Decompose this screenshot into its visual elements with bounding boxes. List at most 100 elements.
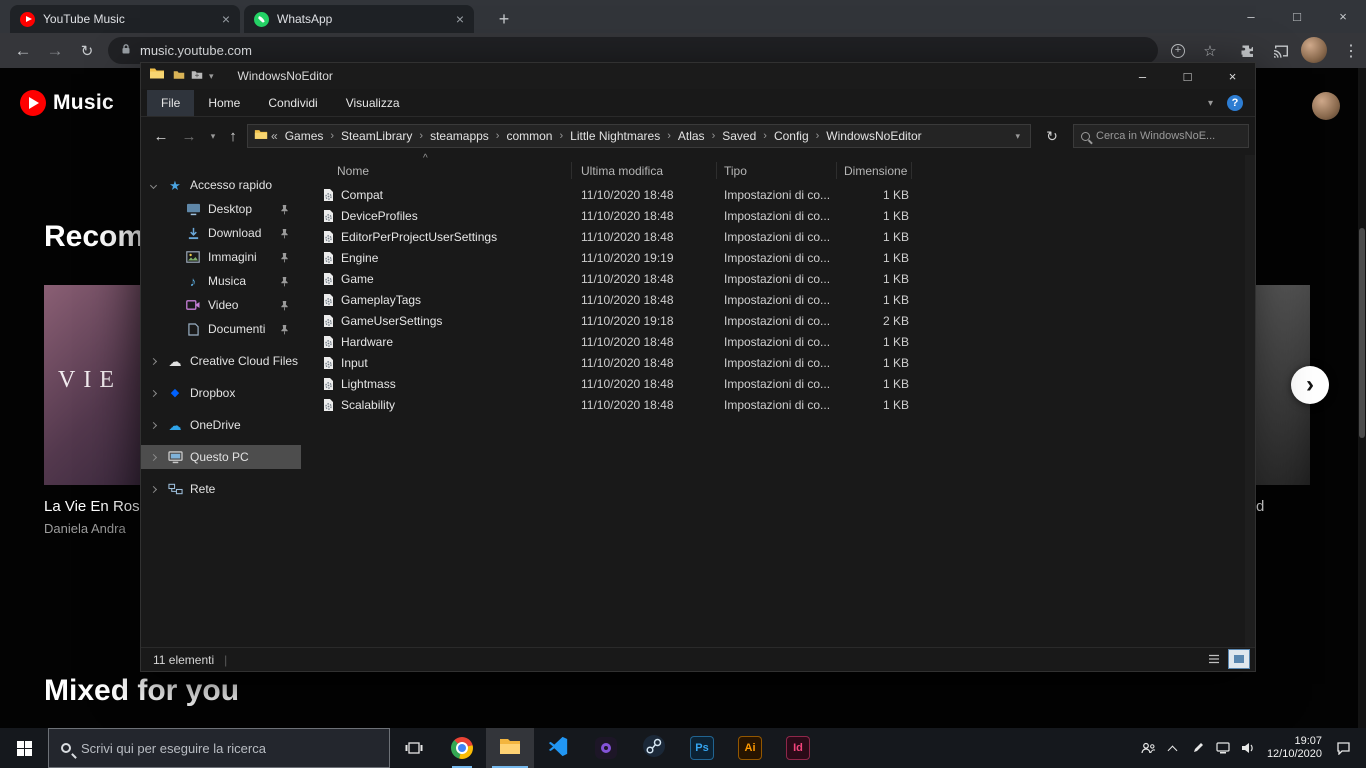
cast-icon[interactable] bbox=[1266, 33, 1296, 68]
refresh-icon[interactable]: ↻ bbox=[1039, 124, 1065, 148]
breadcrumb-item[interactable]: Games bbox=[281, 129, 328, 143]
carousel-next-button[interactable]: › bbox=[1291, 366, 1329, 404]
browser-menu-dots-icon[interactable]: ⋮ bbox=[1336, 33, 1366, 68]
browser-forward-button[interactable]: → bbox=[40, 33, 70, 68]
file-list-scrollbar[interactable] bbox=[1245, 155, 1255, 647]
explorer-forward-button[interactable]: → bbox=[177, 124, 201, 148]
file-row[interactable]: EditorPerProjectUserSettings 11/10/2020 … bbox=[301, 227, 1245, 248]
taskbar-purple-app-button[interactable] bbox=[582, 728, 630, 768]
tab-whatsapp[interactable]: WhatsApp × bbox=[244, 5, 474, 33]
ribbon-tab-share[interactable]: Condividi bbox=[254, 90, 331, 116]
taskbar-file-explorer-button[interactable] bbox=[486, 728, 534, 768]
task-view-button[interactable] bbox=[390, 728, 438, 768]
breadcrumb-item[interactable]: Config bbox=[770, 129, 813, 143]
file-row[interactable]: GameplayTags 11/10/2020 18:48 Impostazio… bbox=[301, 290, 1245, 311]
file-row[interactable]: Hardware 11/10/2020 18:48 Impostazioni d… bbox=[301, 332, 1245, 353]
explorer-maximize-button[interactable]: □ bbox=[1165, 63, 1210, 89]
thumbnails-view-button[interactable] bbox=[1228, 649, 1250, 669]
breadcrumb-separator-icon[interactable]: › bbox=[664, 130, 674, 142]
tab-youtube-music[interactable]: YouTube Music × bbox=[10, 5, 240, 33]
address-bar[interactable]: music.youtube.com bbox=[108, 37, 1158, 64]
breadcrumb-separator-icon[interactable]: › bbox=[493, 130, 503, 142]
expander-icon[interactable] bbox=[149, 389, 158, 397]
ribbon-tab-file[interactable]: File bbox=[147, 89, 195, 116]
breadcrumb-item[interactable]: SteamLibrary bbox=[337, 129, 416, 143]
tab-close-icon[interactable]: × bbox=[222, 11, 230, 27]
taskbar-clock[interactable]: 19:07 12/10/2020 bbox=[1260, 735, 1326, 761]
breadcrumb-item[interactable]: steamapps bbox=[426, 129, 493, 143]
address-dropdown-chevron-icon[interactable]: ▾ bbox=[1011, 131, 1024, 142]
start-button[interactable] bbox=[0, 728, 48, 768]
breadcrumb-item[interactable]: Saved bbox=[718, 129, 760, 143]
explorer-search-input[interactable] bbox=[1096, 130, 1241, 142]
expander-icon[interactable] bbox=[149, 357, 158, 365]
taskbar-photoshop-button[interactable]: Ps bbox=[678, 728, 726, 768]
sidebar-item-dropbox[interactable]: ◆ Dropbox bbox=[141, 381, 301, 405]
tab-close-icon[interactable]: × bbox=[456, 11, 464, 27]
taskbar-indesign-button[interactable]: Id bbox=[774, 728, 822, 768]
breadcrumb-separator-icon[interactable]: › bbox=[760, 130, 770, 142]
explorer-title-bar[interactable]: ▾ WindowsNoEditor – □ × bbox=[141, 63, 1255, 89]
sidebar-item-music[interactable]: ♪ Musica bbox=[141, 269, 301, 293]
file-row[interactable]: DeviceProfiles 11/10/2020 18:48 Impostaz… bbox=[301, 206, 1245, 227]
sidebar-item-download[interactable]: Download bbox=[141, 221, 301, 245]
sidebar-item-network[interactable]: Rete bbox=[141, 477, 301, 501]
sidebar-item-quick-access[interactable]: ★ Accesso rapido bbox=[141, 173, 301, 197]
sidebar-item-pictures[interactable]: Immagini bbox=[141, 245, 301, 269]
ribbon-tab-view[interactable]: Visualizza bbox=[332, 90, 414, 116]
column-header-size[interactable]: Dimensione bbox=[844, 164, 907, 178]
breadcrumb-overflow-icon[interactable]: « bbox=[268, 129, 281, 143]
browser-reload-button[interactable]: ↻ bbox=[72, 33, 102, 68]
file-row[interactable]: Lightmass 11/10/2020 18:48 Impostazioni … bbox=[301, 374, 1245, 395]
taskbar-vscode-button[interactable] bbox=[534, 728, 582, 768]
explorer-back-button[interactable]: ← bbox=[149, 124, 173, 148]
volume-icon[interactable] bbox=[1235, 728, 1260, 768]
taskbar-chrome-button[interactable] bbox=[438, 728, 486, 768]
window-minimize-button[interactable]: – bbox=[1228, 0, 1274, 33]
expander-icon[interactable] bbox=[149, 421, 158, 429]
breadcrumb-separator-icon[interactable]: › bbox=[556, 130, 566, 142]
expander-icon[interactable] bbox=[149, 485, 158, 493]
file-row[interactable]: GameUserSettings 11/10/2020 19:18 Impost… bbox=[301, 311, 1245, 332]
youtube-music-logo[interactable]: Music bbox=[20, 90, 114, 116]
breadcrumb-item[interactable]: Little Nightmares bbox=[566, 129, 664, 143]
sidebar-item-onedrive[interactable]: ☁ OneDrive bbox=[141, 413, 301, 437]
explorer-close-button[interactable]: × bbox=[1210, 63, 1255, 89]
hidden-icons-chevron-icon[interactable] bbox=[1160, 728, 1185, 768]
breadcrumb-separator-icon[interactable]: › bbox=[416, 130, 426, 142]
breadcrumb-separator-icon[interactable]: › bbox=[709, 130, 719, 142]
breadcrumb-item[interactable]: Atlas bbox=[674, 129, 709, 143]
breadcrumb-item[interactable]: WindowsNoEditor bbox=[822, 129, 925, 143]
youtube-account-avatar[interactable] bbox=[1312, 92, 1340, 120]
sidebar-item-this-pc[interactable]: Questo PC bbox=[141, 445, 301, 469]
file-row[interactable]: Input 11/10/2020 18:48 Impostazioni di c… bbox=[301, 353, 1245, 374]
sidebar-item-documents[interactable]: Documenti bbox=[141, 317, 301, 341]
column-header-name[interactable]: Nome bbox=[337, 164, 369, 178]
explorer-search-box[interactable] bbox=[1073, 124, 1249, 148]
file-row[interactable]: Scalability 11/10/2020 18:48 Impostazion… bbox=[301, 395, 1245, 416]
windows-ink-pen-icon[interactable] bbox=[1185, 728, 1210, 768]
taskbar-search-input[interactable] bbox=[81, 740, 377, 756]
window-maximize-button[interactable]: □ bbox=[1274, 0, 1320, 33]
breadcrumb-item[interactable]: common bbox=[502, 129, 556, 143]
network-icon[interactable] bbox=[1210, 728, 1235, 768]
browser-profile-avatar[interactable] bbox=[1301, 37, 1327, 63]
details-view-button[interactable] bbox=[1204, 650, 1224, 668]
qat-properties-icon[interactable] bbox=[173, 67, 185, 85]
file-row[interactable]: Engine 11/10/2020 19:19 Impostazioni di … bbox=[301, 248, 1245, 269]
explorer-up-button[interactable]: ↑ bbox=[221, 124, 245, 148]
ribbon-expand-chevron-icon[interactable]: ▾ bbox=[1208, 98, 1213, 109]
new-tab-button[interactable]: + bbox=[492, 7, 516, 31]
ribbon-tab-home[interactable]: Home bbox=[194, 90, 254, 116]
breadcrumb-separator-icon[interactable]: › bbox=[327, 130, 337, 142]
help-icon[interactable]: ? bbox=[1227, 95, 1243, 111]
column-header-modified[interactable]: Ultima modifica bbox=[581, 164, 663, 178]
expander-icon[interactable] bbox=[149, 453, 158, 461]
breadcrumb[interactable]: « Games › SteamLibrary › steamapps › com… bbox=[247, 124, 1031, 148]
sidebar-item-creative-cloud[interactable]: ☁ Creative Cloud Files bbox=[141, 349, 301, 373]
scrollbar-thumb[interactable] bbox=[1359, 228, 1365, 438]
file-row[interactable]: Game 11/10/2020 18:48 Impostazioni di co… bbox=[301, 269, 1245, 290]
window-close-button[interactable]: × bbox=[1320, 0, 1366, 33]
browser-back-button[interactable]: ← bbox=[8, 33, 38, 68]
taskbar-search-box[interactable] bbox=[48, 728, 390, 768]
